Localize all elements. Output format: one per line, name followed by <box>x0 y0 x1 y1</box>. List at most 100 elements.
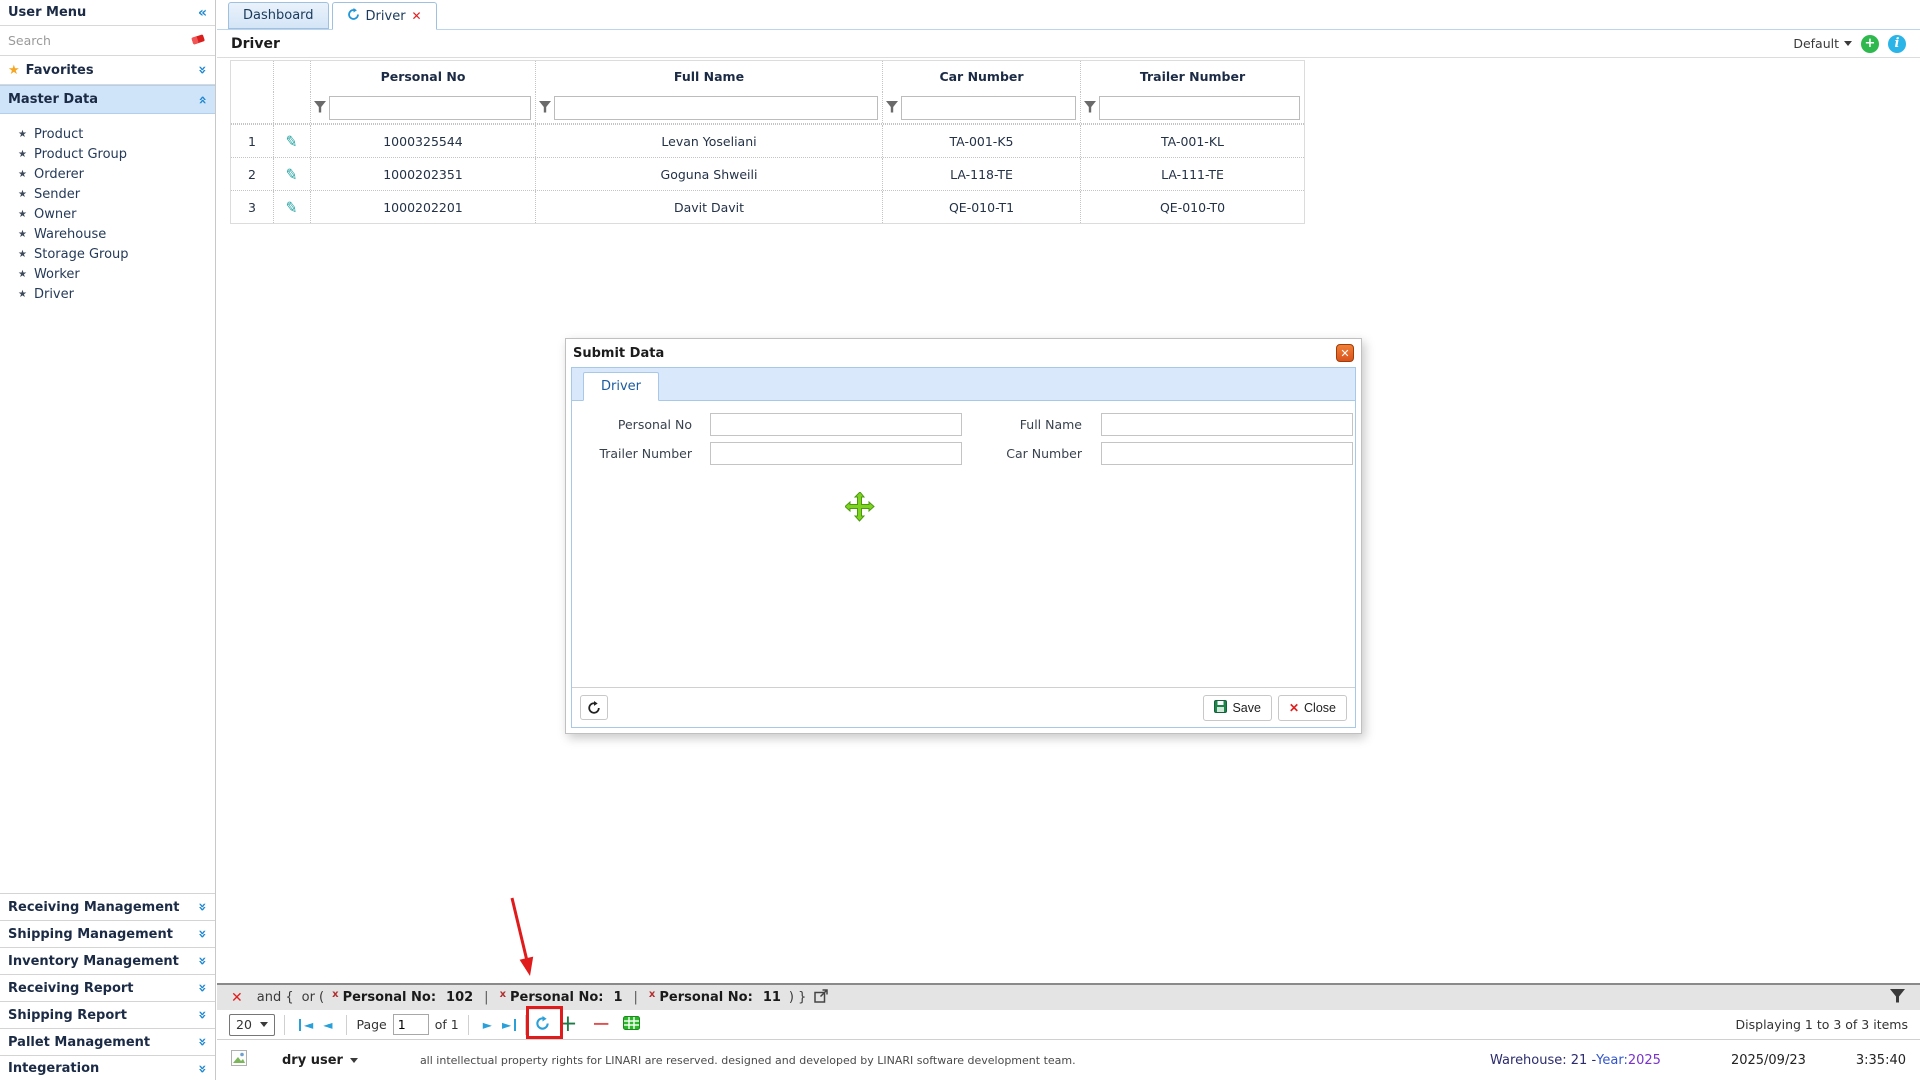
remove-record-button[interactable]: − <box>585 1013 616 1036</box>
filter-panel-funnel-icon[interactable] <box>1889 989 1906 1007</box>
filter-input-trailer-number[interactable] <box>1099 96 1300 120</box>
sidebar-section-shipping-management[interactable]: Shipping Management« <box>0 920 215 947</box>
tab-dashboard[interactable]: Dashboard <box>228 2 329 29</box>
grid-view-button[interactable] <box>617 1016 646 1033</box>
info-button[interactable]: i <box>1888 35 1906 53</box>
annotation-arrow <box>498 896 544 986</box>
sidebar-item-sender[interactable]: ★Sender <box>18 184 215 204</box>
refresh-tab-icon[interactable] <box>347 8 360 25</box>
remove-filter-icon[interactable]: x <box>332 989 338 1000</box>
app-logo <box>231 1050 248 1071</box>
tab-driver[interactable]: Driver ✕ <box>332 2 437 30</box>
dialog-tab-strip: Driver <box>572 368 1355 401</box>
remove-filter-icon[interactable]: x <box>500 989 506 1000</box>
sidebar-section-receiving-management[interactable]: Receiving Management« <box>0 893 215 920</box>
header-edit <box>274 61 311 92</box>
sidebar-section-shipping-report[interactable]: Shipping Report« <box>0 1001 215 1028</box>
search-input[interactable] <box>8 33 168 48</box>
filter-funnel-icon[interactable] <box>885 98 899 117</box>
first-page-button[interactable]: ◄ <box>299 1019 318 1031</box>
sidebar-section-favorites[interactable]: ★ Favorites « <box>0 56 215 85</box>
page-size-select[interactable]: 20 <box>229 1014 275 1036</box>
table-row[interactable]: 2 ✎ 1000202351 Goguna Shweili LA-118-TE … <box>231 157 1304 190</box>
header-personal-no: Personal No <box>311 61 536 92</box>
personal-no-field[interactable] <box>710 413 962 436</box>
user-menu-dropdown[interactable]: dry user <box>282 1053 358 1068</box>
edit-row-icon[interactable]: ✎ <box>282 200 302 215</box>
sidebar-section-pallet-management[interactable]: Pallet Management« <box>0 1028 215 1055</box>
chevron-up-icon: « <box>195 95 209 104</box>
chevron-down-icon: « <box>195 65 209 74</box>
close-button[interactable]: ✕ Close <box>1278 695 1347 721</box>
sidebar-section-receiving-report[interactable]: Receiving Report« <box>0 974 215 1001</box>
full-name-label: Full Name <box>957 417 1082 432</box>
sidebar-item-orderer[interactable]: ★Orderer <box>18 164 215 184</box>
filter-funnel-icon[interactable] <box>1083 98 1097 117</box>
sidebar-search-row <box>0 26 215 56</box>
master-data-items: ★Product ★Product Group ★Orderer ★Sender… <box>0 114 215 304</box>
table-row[interactable]: 1 ✎ 1000325544 Levan Yoseliani TA-001-K5… <box>231 124 1304 157</box>
pagination-bar: 20 ◄ ◄ Page of 1 ► ► + − Displaying 1 to… <box>217 1010 1920 1040</box>
sidebar-item-owner[interactable]: ★Owner <box>18 204 215 224</box>
remove-filter-icon[interactable]: x <box>649 989 655 1000</box>
star-icon: ★ <box>18 269 27 280</box>
prev-page-button[interactable]: ◄ <box>318 1019 337 1031</box>
sidebar-section-inventory-management[interactable]: Inventory Management« <box>0 947 215 974</box>
star-icon: ★ <box>18 169 27 180</box>
collapse-sidebar-icon[interactable]: « <box>198 6 207 20</box>
page-number-input[interactable] <box>393 1014 429 1035</box>
sidebar-item-storage-group[interactable]: ★Storage Group <box>18 244 215 264</box>
filter-funnel-icon[interactable] <box>313 98 327 117</box>
favorites-star-icon: ★ <box>8 63 20 78</box>
dialog-tab-driver[interactable]: Driver <box>583 372 659 401</box>
filter-funnel-icon[interactable] <box>538 98 552 117</box>
dialog-close-icon[interactable]: ✕ <box>1336 344 1354 362</box>
submit-data-dialog: Submit Data ✕ Driver Personal No Full Na… <box>565 338 1362 734</box>
sidebar-item-product-group[interactable]: ★Product Group <box>18 144 215 164</box>
chevron-down-icon: « <box>195 983 209 992</box>
add-record-button[interactable]: + <box>550 1013 585 1036</box>
clear-search-icon[interactable] <box>190 31 207 50</box>
favorites-label: Favorites <box>26 63 198 78</box>
header-row-number <box>231 61 274 92</box>
trailer-number-field[interactable] <box>710 442 962 465</box>
chevron-down-icon: « <box>195 929 209 938</box>
star-icon: ★ <box>18 229 27 240</box>
sidebar-title: User Menu <box>8 5 86 20</box>
table-header-row: Personal No Full Name Car Number Trailer… <box>231 61 1304 92</box>
header-car-number: Car Number <box>883 61 1081 92</box>
sidebar-section-integeration[interactable]: Integeration« <box>0 1055 215 1080</box>
car-number-field[interactable] <box>1101 442 1353 465</box>
next-page-button[interactable]: ► <box>478 1019 497 1031</box>
open-filter-builder-icon[interactable] <box>814 989 828 1007</box>
dialog-titlebar[interactable]: Submit Data ✕ <box>566 339 1361 367</box>
active-filters-bar: ✕ and { or ( x Personal No: 102 | x Pers… <box>217 983 1920 1010</box>
filter-input-personal-no[interactable] <box>329 96 531 120</box>
view-selector-dropdown[interactable]: Default <box>1793 36 1852 51</box>
table-row[interactable]: 3 ✎ 1000202201 Davit Davit QE-010-T1 QE-… <box>231 190 1304 223</box>
clear-all-filters-icon[interactable]: ✕ <box>231 990 243 1006</box>
dialog-body: Driver Personal No Full Name Trailer Num… <box>571 367 1356 728</box>
chevron-down-icon: « <box>195 1010 209 1019</box>
last-page-button[interactable]: ► <box>497 1019 516 1031</box>
add-view-button[interactable]: + <box>1861 35 1879 53</box>
caret-down-icon <box>350 1058 358 1063</box>
sidebar-item-warehouse[interactable]: ★Warehouse <box>18 224 215 244</box>
save-button[interactable]: Save <box>1203 695 1272 721</box>
sidebar-item-driver[interactable]: ★Driver <box>18 284 215 304</box>
refresh-grid-button[interactable] <box>535 1016 550 1034</box>
filter-input-car-number[interactable] <box>901 96 1076 120</box>
year-label: Year: <box>1596 1053 1628 1068</box>
header-trailer-number: Trailer Number <box>1081 61 1304 92</box>
filter-input-full-name[interactable] <box>554 96 878 120</box>
dialog-refresh-button[interactable] <box>580 695 608 720</box>
full-name-field[interactable] <box>1101 413 1353 436</box>
close-icon: ✕ <box>1289 701 1299 715</box>
sidebar-item-worker[interactable]: ★Worker <box>18 264 215 284</box>
sidebar-section-master-data[interactable]: Master Data « <box>0 85 215 114</box>
close-tab-icon[interactable]: ✕ <box>412 9 422 23</box>
edit-row-icon[interactable]: ✎ <box>282 134 302 149</box>
edit-row-icon[interactable]: ✎ <box>282 167 302 182</box>
sidebar-item-product[interactable]: ★Product <box>18 124 215 144</box>
year-value: 2025 <box>1628 1053 1661 1068</box>
